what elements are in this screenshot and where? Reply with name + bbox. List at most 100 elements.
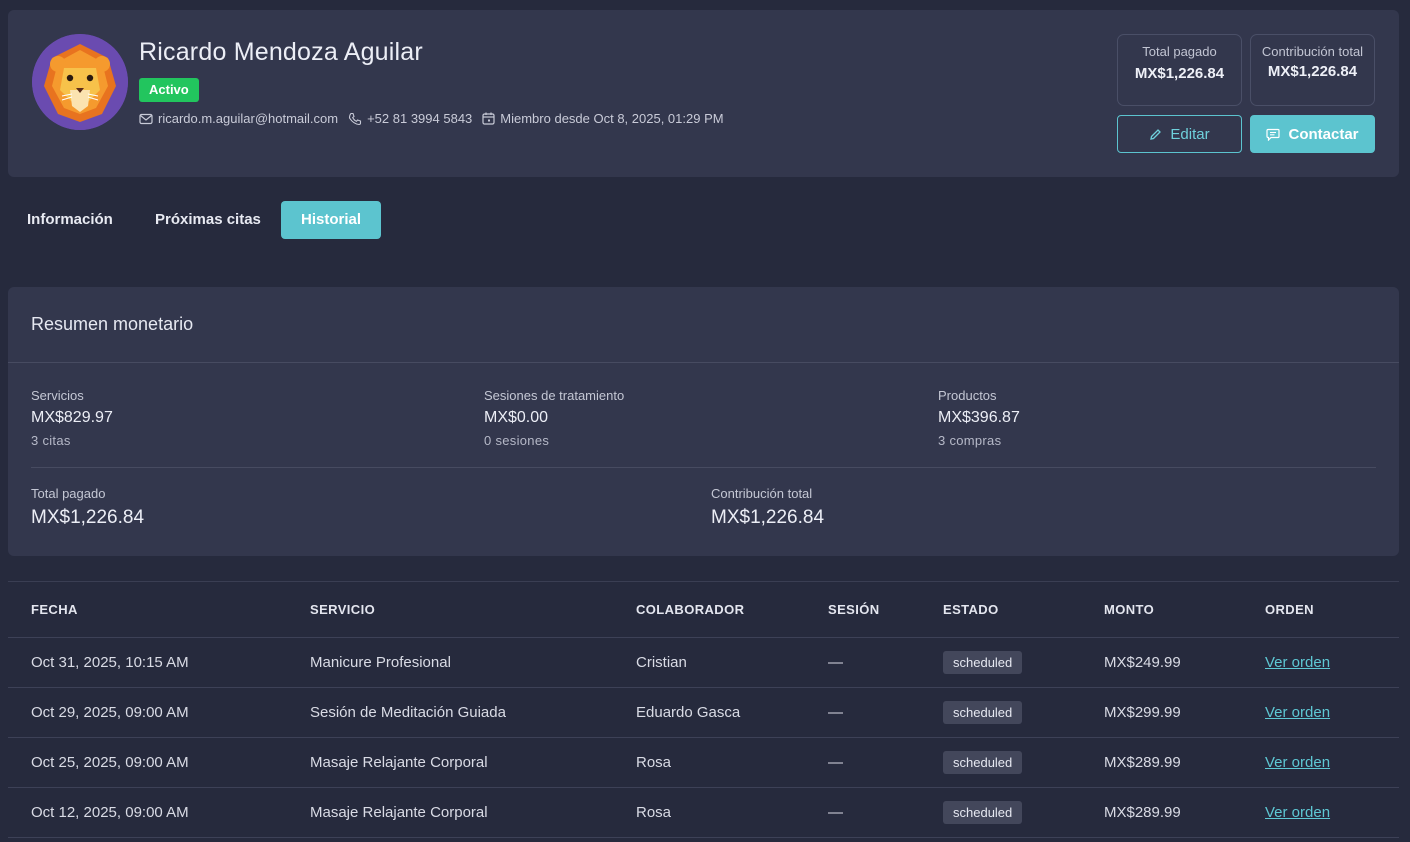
pencil-icon <box>1150 128 1162 140</box>
order-cell: Ver orden <box>1265 738 1330 787</box>
session-cell: — <box>828 754 843 771</box>
status-badge: scheduled <box>943 751 1023 774</box>
status-badge: scheduled <box>943 701 1023 724</box>
services-count: 3 citas <box>31 433 71 448</box>
column-header-sesion[interactable]: SESIÓN <box>828 582 880 637</box>
session-cell: — <box>828 654 843 671</box>
sessions-label: Sesiones de tratamiento <box>484 388 625 403</box>
products-label: Productos <box>938 388 997 403</box>
contact-button-label: Contactar <box>1288 125 1359 143</box>
total-contribution-summary-label: Contribución total <box>711 486 813 501</box>
table-row: Oct 12, 2025, 09:00 AM Masaje Relajante … <box>8 788 1399 838</box>
phone-text[interactable]: +52 81 3994 5843 <box>367 111 472 126</box>
view-order-link[interactable]: Ver orden <box>1265 704 1330 721</box>
session-cell: — <box>828 804 843 821</box>
session-cell: — <box>828 704 843 721</box>
column-header-orden[interactable]: ORDEN <box>1265 582 1314 637</box>
service-cell: Masaje Relajante Corporal <box>310 754 488 771</box>
view-order-link[interactable]: Ver orden <box>1265 804 1330 821</box>
column-header-monto[interactable]: MONTO <box>1104 582 1154 637</box>
total-contribution-stat: Contribución total MX$1,226.84 <box>1250 34 1375 106</box>
status-badge: scheduled <box>943 801 1023 824</box>
table-row: Oct 29, 2025, 09:00 AM Sesión de Meditac… <box>8 688 1399 738</box>
view-order-link[interactable]: Ver orden <box>1265 654 1330 671</box>
column-header-fecha[interactable]: FECHA <box>31 582 78 637</box>
sessions-summary: Sesiones de tratamiento MX$0.00 0 sesion… <box>484 388 624 448</box>
sessions-value: MX$0.00 <box>484 409 549 426</box>
status-cell: scheduled <box>943 738 1023 787</box>
divider <box>31 467 1376 468</box>
order-cell: Ver orden <box>1265 788 1330 837</box>
total-paid-value: MX$1,226.84 <box>1134 65 1225 82</box>
tab-informacion[interactable]: Información <box>27 201 113 239</box>
contact-button[interactable]: Contactar <box>1250 115 1375 153</box>
total-contribution-summary-value: MX$1,226.84 <box>711 507 825 528</box>
date-cell: Oct 31, 2025, 10:15 AM <box>31 654 189 671</box>
tab-historial[interactable]: Historial <box>281 201 381 239</box>
amount-cell: MX$289.99 <box>1104 754 1181 771</box>
total-paid-summary: Total pagado MX$1,226.84 <box>31 486 144 529</box>
date-cell: Oct 29, 2025, 09:00 AM <box>31 704 189 721</box>
phone-icon <box>349 112 362 125</box>
column-header-estado[interactable]: ESTADO <box>943 582 999 637</box>
service-cell: Masaje Relajante Corporal <box>310 804 488 821</box>
status-cell: scheduled <box>943 788 1023 837</box>
services-value: MX$829.97 <box>31 409 113 426</box>
products-count: 3 compras <box>938 433 1002 448</box>
monetary-summary-card: Resumen monetario Servicios MX$829.97 3 … <box>8 287 1399 556</box>
total-paid-summary-value: MX$1,226.84 <box>31 507 145 528</box>
summary-title: Resumen monetario <box>31 314 194 334</box>
table-row: Oct 31, 2025, 10:15 AM Manicure Profesio… <box>8 638 1399 688</box>
column-header-colaborador[interactable]: COLABORADOR <box>636 582 744 637</box>
order-cell: Ver orden <box>1265 638 1330 687</box>
view-order-link[interactable]: Ver orden <box>1265 754 1330 771</box>
status-cell: scheduled <box>943 688 1023 737</box>
message-icon <box>1266 128 1281 141</box>
client-name: Ricardo Mendoza Aguilar <box>139 38 423 66</box>
date-cell: Oct 12, 2025, 09:00 AM <box>31 804 189 821</box>
service-cell: Manicure Profesional <box>310 654 451 671</box>
total-contribution-value: MX$1,226.84 <box>1267 63 1358 80</box>
contact-info-row: ricardo.m.aguilar@hotmail.com +52 81 399… <box>139 111 734 126</box>
date-cell: Oct 25, 2025, 09:00 AM <box>31 754 189 771</box>
total-contribution-summary: Contribución total MX$1,226.84 <box>711 486 824 529</box>
member-since-item: Miembro desde Oct 8, 2025, 01:29 PM <box>482 111 724 126</box>
history-table: FECHA SERVICIO COLABORADOR SESIÓN ESTADO… <box>8 581 1399 838</box>
lion-avatar-icon <box>32 34 128 130</box>
status-badge: Activo <box>139 78 199 102</box>
services-label: Servicios <box>31 388 84 403</box>
amount-cell: MX$299.99 <box>1104 704 1181 721</box>
services-summary: Servicios MX$829.97 3 citas <box>31 388 113 448</box>
collaborator-cell: Eduardo Gasca <box>636 704 741 721</box>
calendar-icon <box>482 112 495 125</box>
total-contribution-label: Contribución total <box>1261 44 1364 59</box>
divider <box>8 362 1399 363</box>
total-paid-summary-label: Total pagado <box>31 486 106 501</box>
column-header-servicio[interactable]: SERVICIO <box>310 582 375 637</box>
table-row: Oct 25, 2025, 09:00 AM Masaje Relajante … <box>8 738 1399 788</box>
collaborator-cell: Rosa <box>636 804 672 821</box>
collaborator-cell: Rosa <box>636 754 672 771</box>
mail-icon <box>139 113 153 124</box>
collaborator-cell: Cristian <box>636 654 687 671</box>
email-item: ricardo.m.aguilar@hotmail.com <box>139 111 338 126</box>
tab-proximas-citas[interactable]: Próximas citas <box>155 201 261 239</box>
total-paid-label: Total pagado <box>1142 44 1217 59</box>
products-value: MX$396.87 <box>938 409 1020 426</box>
email-text[interactable]: ricardo.m.aguilar@hotmail.com <box>158 111 338 126</box>
order-cell: Ver orden <box>1265 688 1330 737</box>
sessions-count: 0 sesiones <box>484 433 550 448</box>
client-header-card: Ricardo Mendoza Aguilar Activo ricardo.m… <box>8 10 1399 177</box>
products-summary: Productos MX$396.87 3 compras <box>938 388 1020 448</box>
member-since-text: Miembro desde Oct 8, 2025, 01:29 PM <box>500 111 724 126</box>
status-cell: scheduled <box>943 638 1023 687</box>
table-header-row: FECHA SERVICIO COLABORADOR SESIÓN ESTADO… <box>8 582 1399 638</box>
phone-item: +52 81 3994 5843 <box>348 111 472 126</box>
edit-button-label: Editar <box>1170 125 1210 143</box>
edit-button[interactable]: Editar <box>1117 115 1242 153</box>
amount-cell: MX$289.99 <box>1104 804 1181 821</box>
total-paid-stat: Total pagado MX$1,226.84 <box>1117 34 1242 106</box>
status-badge: scheduled <box>943 651 1023 674</box>
service-cell: Sesión de Meditación Guiada <box>310 704 506 721</box>
amount-cell: MX$249.99 <box>1104 654 1181 671</box>
